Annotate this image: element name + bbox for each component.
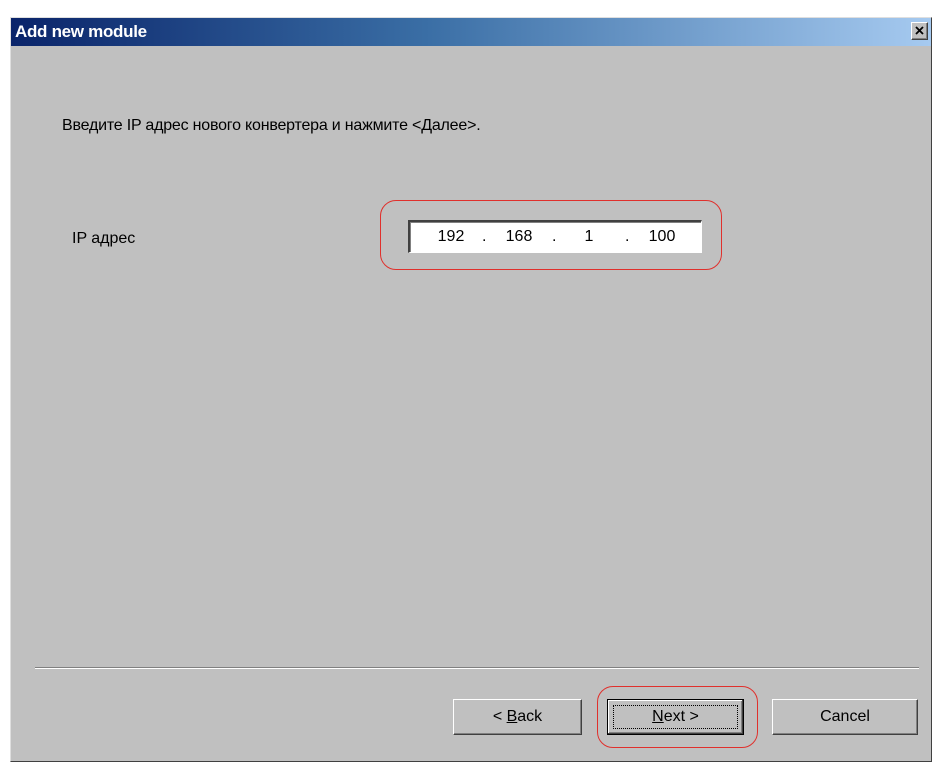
window-title: Add new module xyxy=(15,22,147,41)
back-button-prefix: < xyxy=(492,708,507,725)
ip-field-annotation xyxy=(380,200,722,270)
instruction-text: Введите IP адрес нового конвертера и наж… xyxy=(62,117,481,134)
next-button-annotation xyxy=(597,686,758,748)
cancel-button[interactable]: Cancel xyxy=(772,699,918,735)
cancel-button-label: Cancel xyxy=(820,708,870,725)
back-button[interactable]: < Back xyxy=(453,699,582,735)
button-separator xyxy=(35,667,919,669)
close-icon xyxy=(915,26,924,35)
ip-address-label: IP адрес xyxy=(72,230,136,247)
add-module-dialog: Add new module Введите IP адрес нового к… xyxy=(10,17,932,762)
back-button-label: ack xyxy=(517,708,543,725)
back-button-accel: B xyxy=(506,708,518,725)
title-bar[interactable]: Add new module xyxy=(11,18,931,46)
close-button[interactable] xyxy=(911,22,928,40)
